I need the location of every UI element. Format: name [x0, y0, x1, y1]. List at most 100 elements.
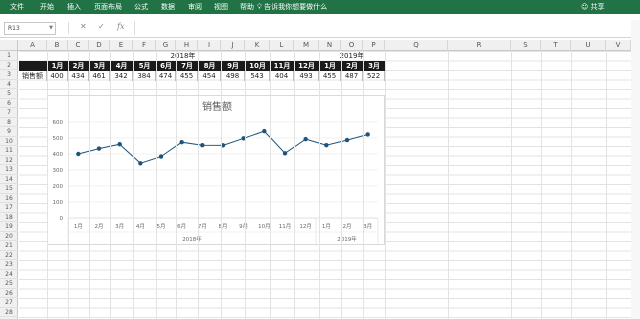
- month-header-cell[interactable]: 8月: [198, 61, 221, 71]
- tab-data[interactable]: 数据: [161, 2, 175, 12]
- month-header-cell[interactable]: 5月: [133, 61, 156, 71]
- row-header-24[interactable]: 24: [0, 270, 18, 279]
- sales-value-cell[interactable]: 543: [245, 71, 270, 81]
- tab-help[interactable]: 帮助: [240, 2, 254, 12]
- select-all-corner[interactable]: [0, 40, 18, 51]
- tab-insert[interactable]: 插入: [67, 2, 81, 12]
- column-header-j[interactable]: J: [221, 40, 245, 51]
- sales-value-cell[interactable]: 474: [156, 71, 176, 81]
- row-header-9[interactable]: 9: [0, 127, 18, 137]
- row-header-10[interactable]: 10: [0, 137, 18, 146]
- row-header-5[interactable]: 5: [0, 89, 18, 99]
- month-header-cell[interactable]: 1月: [319, 61, 341, 71]
- month-header-cell[interactable]: 7月: [176, 61, 198, 71]
- sales-line-chart[interactable]: 销售额 0 100 200 300 400 500 600 1月 2月 3月 4月 5月 6月 7月 8月 9月…: [47, 95, 385, 246]
- month-header-cell[interactable]: 3月: [363, 61, 385, 71]
- column-header-d[interactable]: D: [89, 40, 110, 51]
- column-header-v[interactable]: V: [606, 40, 631, 51]
- column-header-p[interactable]: P: [363, 40, 385, 51]
- row-header-14[interactable]: 14: [0, 175, 18, 184]
- tell-me-search[interactable]: 💡︎ 告诉我你想要做什么: [257, 2, 327, 12]
- sales-value-cell[interactable]: 455: [319, 71, 341, 81]
- row-header-12[interactable]: 12: [0, 156, 18, 165]
- row-header-21[interactable]: 21: [0, 241, 18, 251]
- name-box[interactable]: R13 ▼: [4, 22, 56, 35]
- month-header-cell[interactable]: 2月: [341, 61, 363, 71]
- row-header-8[interactable]: 8: [0, 118, 18, 127]
- enter-icon[interactable]: ✓: [98, 22, 105, 31]
- tab-review[interactable]: 审阅: [188, 2, 202, 12]
- column-header-l[interactable]: L: [270, 40, 294, 51]
- month-header-cell[interactable]: 11月: [270, 61, 294, 71]
- month-header-cell[interactable]: 10月: [245, 61, 270, 71]
- row-header-25[interactable]: 25: [0, 279, 18, 289]
- column-header-a[interactable]: A: [19, 40, 47, 51]
- column-header-c[interactable]: C: [68, 40, 89, 51]
- sales-value-cell[interactable]: 454: [198, 71, 221, 81]
- row-header-1[interactable]: 1: [0, 51, 18, 61]
- column-header-m[interactable]: M: [294, 40, 319, 51]
- row-header-18[interactable]: 18: [0, 213, 18, 222]
- sales-value-cell[interactable]: 487: [341, 71, 363, 81]
- formula-input[interactable]: [134, 21, 634, 35]
- chevron-down-icon[interactable]: ▼: [49, 25, 53, 31]
- row-header-13[interactable]: 13: [0, 165, 18, 175]
- row-header-11[interactable]: 11: [0, 146, 18, 156]
- column-header-h[interactable]: H: [176, 40, 198, 51]
- sales-value-cell[interactable]: 461: [89, 71, 110, 81]
- cancel-icon[interactable]: ✕: [80, 22, 87, 31]
- row-header-28[interactable]: 28: [0, 308, 18, 317]
- column-header-b[interactable]: B: [47, 40, 68, 51]
- column-header-q[interactable]: Q: [385, 40, 448, 51]
- column-header-n[interactable]: N: [319, 40, 341, 51]
- row-header-20[interactable]: 20: [0, 232, 18, 241]
- month-header-cell[interactable]: 4月: [110, 61, 133, 71]
- row-header-6[interactable]: 6: [0, 99, 18, 108]
- column-header-e[interactable]: E: [110, 40, 133, 51]
- sales-value-cell[interactable]: 522: [363, 71, 385, 81]
- tab-file[interactable]: 文件: [10, 2, 24, 12]
- column-header-g[interactable]: G: [156, 40, 176, 51]
- sales-value-cell[interactable]: 400: [47, 71, 68, 81]
- sales-value-cell[interactable]: 498: [221, 71, 245, 81]
- column-header-t[interactable]: T: [541, 40, 571, 51]
- row-header-23[interactable]: 23: [0, 260, 18, 270]
- row-header-22[interactable]: 22: [0, 251, 18, 260]
- month-header-cell[interactable]: 6月: [156, 61, 176, 71]
- row-header-3[interactable]: 3: [0, 70, 18, 80]
- sales-value-cell[interactable]: 493: [294, 71, 319, 81]
- sales-value-cell[interactable]: 455: [176, 71, 198, 81]
- row-header-16[interactable]: 16: [0, 194, 18, 203]
- vertical-scrollbar[interactable]: [631, 20, 640, 319]
- row-header-4[interactable]: 4: [0, 80, 18, 89]
- month-header-cell[interactable]: 9月: [221, 61, 245, 71]
- column-header-i[interactable]: I: [198, 40, 221, 51]
- row-header-7[interactable]: 7: [0, 108, 18, 118]
- row-header-19[interactable]: 19: [0, 222, 18, 232]
- year-header-2019[interactable]: 2019年: [319, 51, 385, 61]
- sales-value-cell[interactable]: 404: [270, 71, 294, 81]
- share-button[interactable]: ☺ 共享: [581, 2, 605, 12]
- tab-home[interactable]: 开始: [40, 2, 54, 12]
- row-header-17[interactable]: 17: [0, 203, 18, 213]
- row-label-sales[interactable]: 销售额: [19, 71, 47, 81]
- tab-view[interactable]: 视图: [214, 2, 228, 12]
- column-header-k[interactable]: K: [245, 40, 270, 51]
- fx-icon[interactable]: fx: [117, 22, 124, 31]
- column-header-o[interactable]: O: [341, 40, 363, 51]
- column-header-s[interactable]: S: [511, 40, 541, 51]
- tab-formulas[interactable]: 公式: [134, 2, 148, 12]
- column-header-r[interactable]: R: [448, 40, 511, 51]
- row-header-15[interactable]: 15: [0, 184, 18, 194]
- row-header-26[interactable]: 26: [0, 289, 18, 298]
- sales-value-cell[interactable]: 434: [68, 71, 89, 81]
- sales-value-cell[interactable]: 384: [133, 71, 156, 81]
- month-header-cell[interactable]: 3月: [89, 61, 110, 71]
- year-header-2018[interactable]: 2018年: [47, 51, 319, 61]
- month-header-cell[interactable]: 2月: [68, 61, 89, 71]
- month-header-cell[interactable]: 1月: [47, 61, 68, 71]
- column-header-f[interactable]: F: [133, 40, 156, 51]
- column-header-u[interactable]: U: [571, 40, 606, 51]
- row-header-2[interactable]: 2: [0, 61, 18, 70]
- month-header-cell[interactable]: 12月: [294, 61, 319, 71]
